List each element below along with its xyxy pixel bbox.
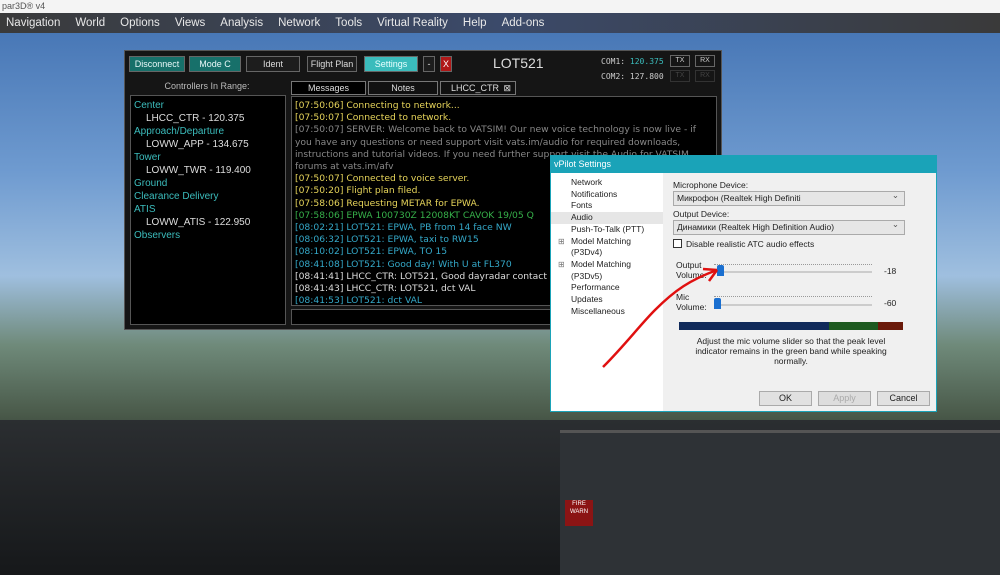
controller-entry[interactable]: LHCC_CTR - 120.375 — [134, 112, 282, 125]
tab-label: LHCC_CTR — [451, 83, 500, 93]
mic-volume-slider[interactable] — [714, 304, 872, 306]
com1-tx-button[interactable]: TX — [670, 55, 690, 67]
tab-messages[interactable]: Messages — [291, 81, 366, 95]
ok-button[interactable]: OK — [759, 391, 812, 406]
dialog-title: vPilot Settings — [551, 156, 936, 173]
mic-device-label: Microphone Device: — [673, 180, 749, 190]
menu-item[interactable]: Navigation — [6, 17, 60, 29]
menu-item[interactable]: Tools — [335, 17, 362, 29]
checkbox-label: Disable realistic ATC audio effects — [686, 239, 815, 249]
controller-category: ATIS — [134, 204, 156, 215]
mic-volume-value: -60 — [884, 298, 897, 308]
menu-item[interactable]: Network — [278, 17, 320, 29]
menu-bar: Navigation World Options Views Analysis Netwo… — [0, 13, 1000, 33]
com1-freq: 120.375 — [629, 57, 664, 66]
meter-green-band — [829, 322, 879, 330]
com2-rx-button[interactable]: RX — [695, 70, 715, 82]
menu-item[interactable]: Help — [463, 17, 487, 29]
com1-label: COM1: — [601, 57, 626, 66]
com2-freq: 127.800 — [629, 72, 664, 81]
controller-entry[interactable]: LOWW_TWR - 119.400 — [134, 164, 282, 177]
minimize-button[interactable]: - — [423, 56, 435, 72]
menu-item[interactable]: Options — [120, 17, 160, 29]
red-arrow-annotation — [602, 267, 719, 368]
settings-nav-item[interactable]: Fonts — [551, 200, 663, 212]
tab-notes[interactable]: Notes — [368, 81, 438, 95]
fire-warn-light: FIRE WARN — [565, 500, 593, 526]
controllers-list: Center LHCC_CTR - 120.375 Approach/Departu… — [130, 95, 286, 325]
mode-c-button[interactable]: Mode C — [189, 56, 241, 72]
mic-device-select[interactable]: Микрофон (Realtek High Definiti — [673, 189, 905, 206]
close-button[interactable]: X — [440, 56, 452, 72]
mic-volume-ticks — [714, 296, 872, 299]
controllers-header: Controllers In Range: — [164, 81, 250, 91]
app-title: par3D® v4 — [0, 0, 1000, 13]
settings-nav-item[interactable]: Network — [551, 177, 663, 189]
menu-item[interactable]: World — [75, 17, 105, 29]
com2-label: COM2: — [601, 72, 626, 81]
controller-entry[interactable]: LOWW_ATIS - 122.950 — [134, 216, 282, 229]
output-device-label: Output Device: — [673, 209, 730, 219]
callsign: LOT521 — [493, 55, 544, 71]
message-line: [07:50:06] Connecting to network... — [295, 100, 460, 111]
com1-readout: COM1: 120.375 — [601, 57, 664, 66]
flight-plan-button[interactable]: Flight Plan — [307, 56, 357, 72]
cancel-button[interactable]: Cancel — [877, 391, 930, 406]
menu-item[interactable]: Views — [175, 17, 205, 29]
output-device-select[interactable]: Динамики (Realtek High Definition Audio) — [673, 218, 905, 235]
output-volume-slider[interactable] — [714, 271, 872, 273]
tab-lhcc-ctr[interactable]: LHCC_CTR ⊠ — [440, 81, 516, 95]
controller-category: Clearance Delivery — [134, 191, 219, 202]
settings-nav-item[interactable]: Notifications — [551, 189, 663, 201]
close-tab-icon[interactable]: ⊠ — [503, 82, 511, 94]
com1-rx-button[interactable]: RX — [695, 55, 715, 67]
output-volume-ticks — [714, 264, 872, 267]
controller-category: Approach/Departure — [134, 126, 225, 137]
message-line: [07:50:07] Connected to network. — [295, 112, 452, 124]
settings-button[interactable]: Settings — [364, 56, 418, 72]
disconnect-button[interactable]: Disconnect — [129, 56, 185, 72]
com2-readout: COM2: 127.800 — [601, 72, 664, 81]
controller-category: Tower — [134, 152, 161, 163]
disable-atc-effects-checkbox[interactable] — [673, 239, 682, 248]
apply-button[interactable]: Apply — [818, 391, 871, 406]
output-volume-value: -18 — [884, 266, 897, 276]
controller-category: Observers — [134, 230, 181, 241]
settings-nav-item[interactable]: Push-To-Talk (PTT) — [551, 224, 663, 236]
menu-item[interactable]: Virtual Reality — [377, 17, 448, 29]
meter-red-band — [878, 322, 903, 330]
controller-category: Center — [134, 100, 165, 111]
controller-entry[interactable]: LOWW_APP - 134.675 — [134, 138, 282, 151]
com2-tx-button[interactable]: TX — [670, 70, 690, 82]
menu-item[interactable]: Add-ons — [502, 17, 545, 29]
settings-nav-item[interactable]: Audio — [551, 212, 663, 224]
ident-button[interactable]: Ident — [246, 56, 300, 72]
glareshield-panel — [560, 430, 1000, 575]
menu-item[interactable]: Analysis — [220, 17, 263, 29]
controller-category: Ground — [134, 178, 168, 189]
